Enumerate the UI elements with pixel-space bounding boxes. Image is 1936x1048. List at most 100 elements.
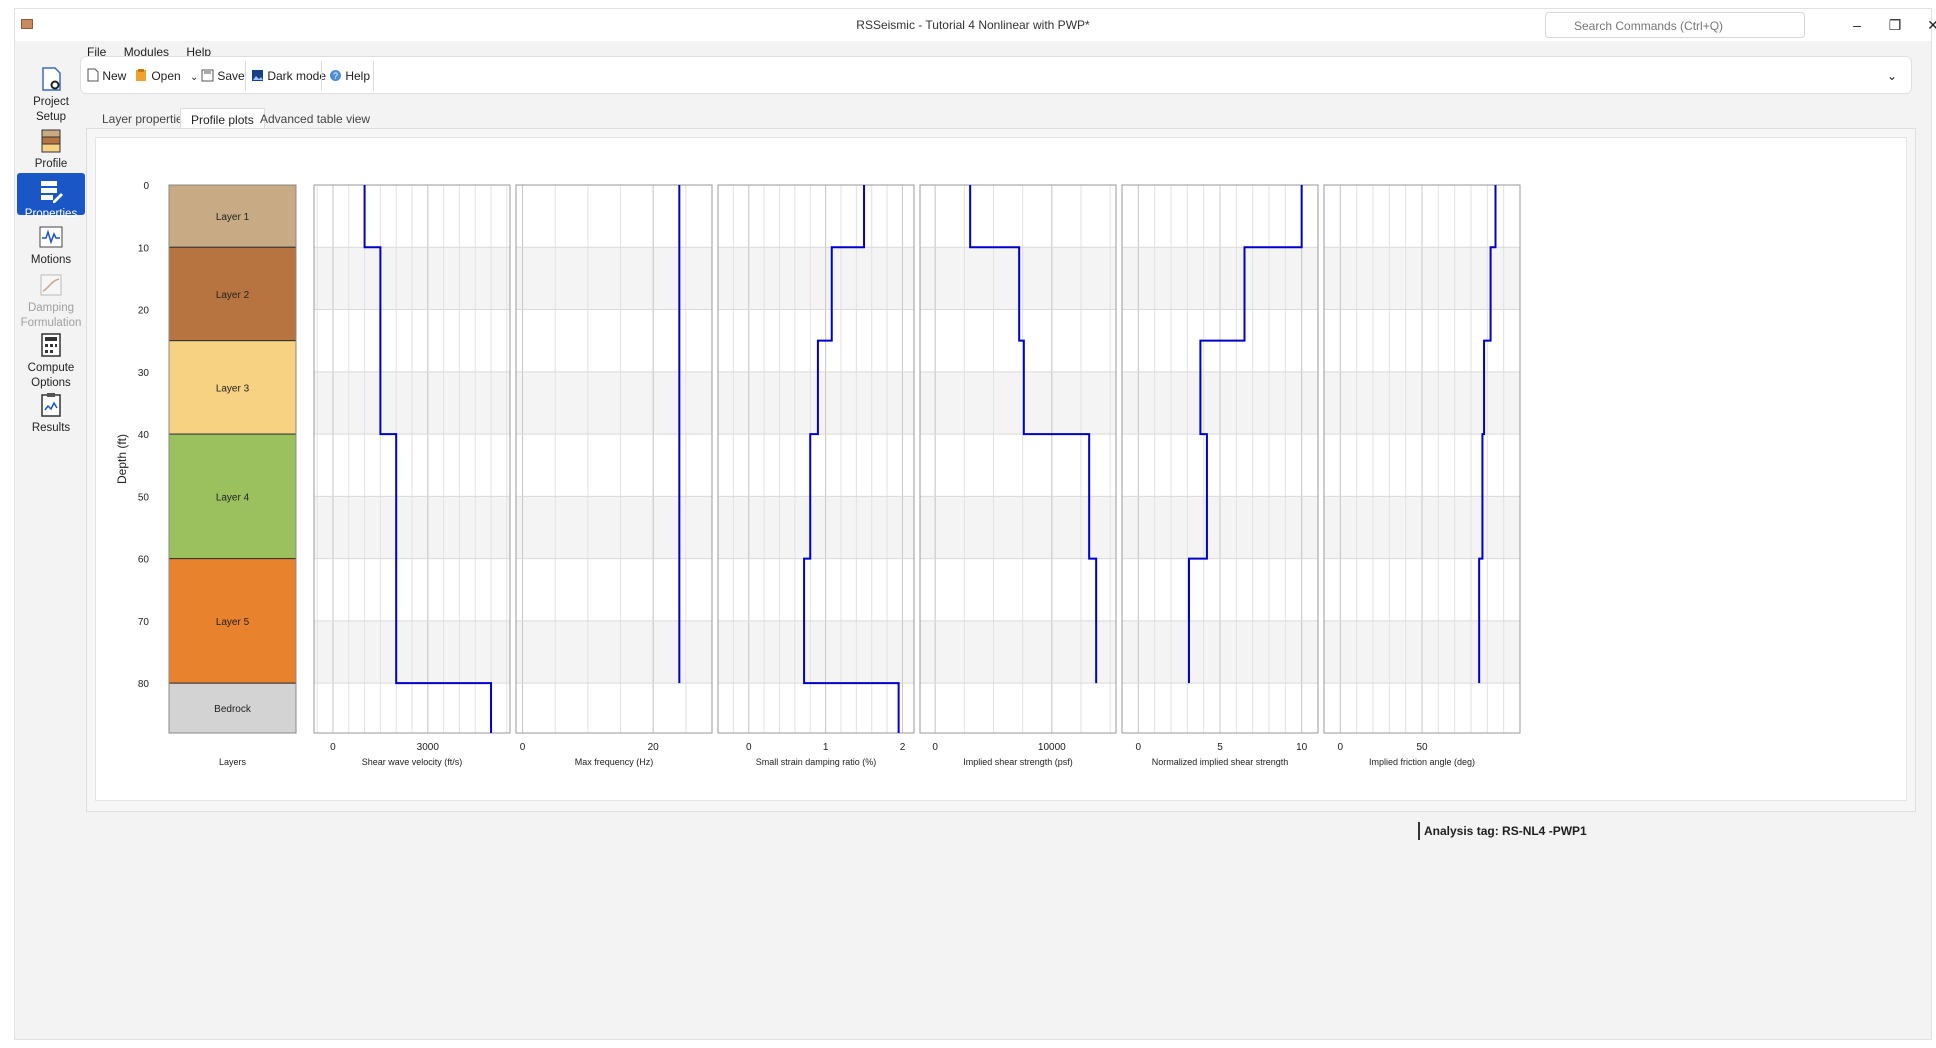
content-area: Depth (ft) 0 10 20 30 40 50 60 70 80 Layer 1 Layer …	[86, 128, 1916, 812]
status-bar: Analysis tag: RS-NL4 -PWP1	[1418, 820, 1918, 842]
sidebar-label: Profile	[34, 158, 68, 170]
grid-band	[516, 371, 712, 435]
help-label: Help	[345, 69, 371, 83]
y-tick-label: 30	[138, 368, 150, 379]
document-gear-icon	[42, 67, 61, 91]
grid-band	[718, 247, 914, 310]
sidebar-item-results[interactable]: Results	[17, 387, 85, 434]
layers-pencil-icon	[41, 181, 63, 203]
grid-band	[920, 247, 1116, 310]
waveform-icon	[39, 226, 63, 248]
grid-band	[718, 496, 914, 559]
x-tick-label: 3000	[417, 742, 440, 753]
x-tick-label: 0	[1338, 742, 1344, 753]
grid-band	[920, 496, 1116, 559]
y-tick-label: 50	[138, 492, 150, 503]
grid-band	[920, 371, 1116, 435]
layer-label: Layer 5	[216, 617, 250, 628]
grid-band	[516, 496, 712, 559]
svg-text:?: ?	[333, 71, 338, 81]
grid-band	[718, 620, 914, 684]
x-axis-label: Max frequency (Hz)	[575, 757, 654, 767]
damping-curve-icon	[40, 274, 62, 296]
x-axis-label: Implied shear strength (psf)	[963, 757, 1073, 767]
x-tick-label: 10	[1296, 742, 1308, 753]
profile-plots-panel: Depth (ft) 0 10 20 30 40 50 60 70 80 Layer 1 Layer …	[95, 137, 1907, 801]
x-axis-label: Small strain damping ratio (%)	[756, 757, 877, 767]
analysis-tag: Analysis tag: RS-NL4 -PWP1	[1424, 824, 1587, 838]
chevron-down-icon[interactable]: ⌄	[190, 72, 198, 83]
x-tick-label: 5	[1217, 742, 1223, 753]
y-tick-label: 70	[138, 617, 150, 628]
dark-mode-label: Dark mode	[267, 69, 327, 83]
x-axis-label: Normalized implied shear strength	[1152, 757, 1289, 767]
layer-label: Layer 2	[216, 290, 250, 301]
layers-x-label: Layers	[219, 757, 247, 767]
help-button[interactable]: ? Help	[329, 65, 370, 87]
sidebar-item-damping-formulation[interactable]: Damping Formulation	[17, 267, 85, 329]
y-tick-label: 60	[138, 555, 150, 566]
x-tick-label: 50	[1416, 742, 1428, 753]
x-axis-label: Implied friction angle (deg)	[1369, 757, 1475, 767]
x-tick-label: 10000	[1038, 742, 1066, 753]
sidebar-item-properties[interactable]: Properties	[17, 173, 85, 220]
layer-label: Bedrock	[214, 704, 252, 715]
sidebar-item-compute-options[interactable]: Compute Options	[17, 327, 85, 389]
layer-label: Layer 4	[216, 492, 250, 503]
toolbar-separator	[373, 61, 374, 91]
minimize-button[interactable]: –	[1837, 13, 1877, 37]
search-commands-input[interactable]: Search Commands (Ctrl+Q)	[1545, 12, 1805, 38]
layer-label: Layer 1	[216, 212, 250, 223]
sidebar-label: Project	[33, 96, 69, 108]
toolbar-expand-chevron-icon[interactable]: ⌄	[1887, 65, 1897, 87]
grid-band	[516, 247, 712, 310]
soil-layers-icon	[41, 129, 61, 153]
sidebar-label: Damping	[27, 302, 75, 314]
x-tick-label: 0	[932, 742, 938, 753]
open-button[interactable]: Open ⌄	[135, 65, 198, 87]
help-icon: ?	[330, 70, 341, 81]
x-axis-label: Shear wave velocity (ft/s)	[362, 757, 463, 767]
grid-band	[516, 620, 712, 684]
sidebar-label: Results	[31, 422, 71, 434]
x-tick-label: 0	[330, 742, 336, 753]
maximize-button[interactable]: ❐	[1875, 13, 1915, 37]
toolbar-separator	[321, 61, 322, 91]
grid-band	[718, 371, 914, 435]
sidebar-label: Compute	[27, 362, 75, 374]
profile-plots-chart: Depth (ft)01020304050607080Layer 1Layer …	[115, 181, 1521, 767]
clipboard-chart-icon	[41, 393, 61, 417]
new-label: New	[102, 69, 127, 83]
sidebar-item-motions[interactable]: Motions	[17, 219, 85, 266]
x-tick-label: 1	[823, 742, 829, 753]
y-tick-label: 40	[138, 430, 150, 441]
sidebar-item-profile[interactable]: Profile	[17, 123, 85, 170]
y-axis-label: Depth (ft)	[115, 434, 129, 484]
open-folder-icon	[136, 69, 146, 81]
close-button[interactable]: ✕	[1913, 13, 1936, 37]
y-tick-label: 20	[138, 306, 150, 317]
sidebar-item-project-setup[interactable]: Project Setup	[17, 61, 85, 123]
toolbar-separator	[245, 61, 246, 91]
dark-mode-button[interactable]: Dark mode	[251, 65, 326, 87]
dark-mode-image-icon	[252, 70, 263, 81]
layer-label: Layer 3	[216, 383, 250, 394]
save-button[interactable]: Save	[201, 65, 245, 87]
y-tick-label: 0	[143, 181, 149, 192]
title-bar: RSSeismic - Tutorial 4 Nonlinear with PW…	[15, 9, 1936, 41]
y-tick-label: 80	[138, 679, 150, 690]
toolbar: New Open ⌄ Save Dark mode ? Help ⌄	[80, 56, 1912, 94]
calculator-icon	[41, 333, 61, 357]
x-tick-label: 0	[1136, 742, 1142, 753]
new-document-icon	[87, 68, 99, 82]
tab-advanced-table-view[interactable]: Advanced table view	[250, 108, 380, 130]
x-tick-label: 20	[648, 742, 660, 753]
y-tick-label: 10	[138, 243, 150, 254]
new-button[interactable]: New	[87, 65, 126, 87]
status-separator	[1418, 822, 1420, 840]
open-label: Open	[151, 69, 181, 83]
module-sidebar: Project Setup Profile Properties Motions…	[15, 41, 87, 1021]
sidebar-label: Motions	[30, 254, 72, 266]
x-tick-label: 0	[746, 742, 752, 753]
save-disk-icon	[201, 69, 214, 82]
